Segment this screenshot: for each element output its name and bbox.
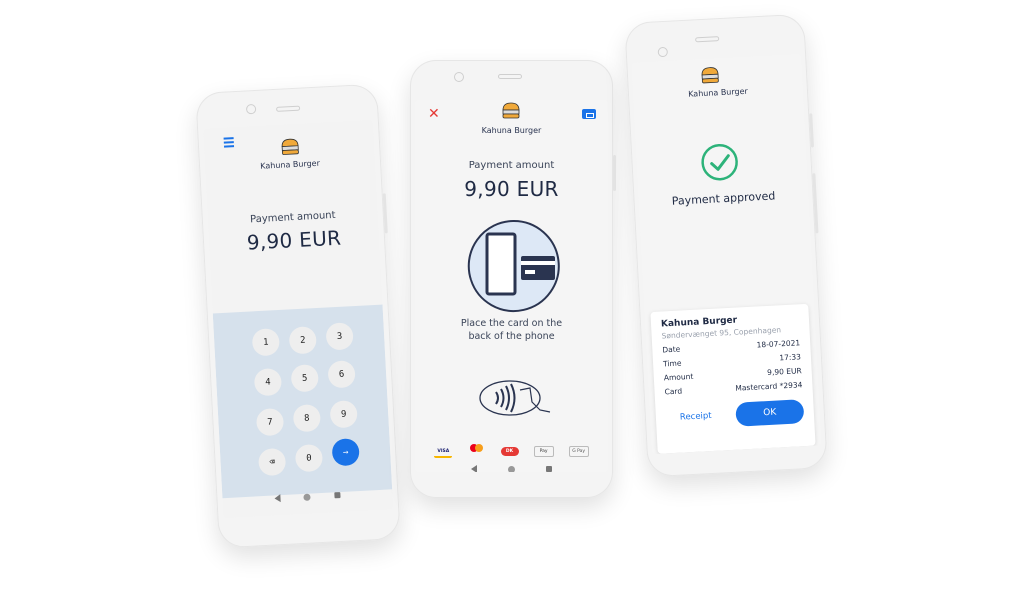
receipt-row-time: Time 17:33 <box>663 352 801 368</box>
brand-name: Kahuna Burger <box>481 126 542 135</box>
brand-name: Kahuna Burger <box>260 158 321 171</box>
receipt-button[interactable]: Receipt <box>680 411 712 423</box>
back-icon[interactable] <box>274 494 281 503</box>
android-nav-bar <box>415 456 608 472</box>
payment-amount-label: Payment amount <box>468 160 555 171</box>
speaker <box>498 74 522 79</box>
key-1[interactable]: 1 <box>251 328 281 357</box>
key-9[interactable]: 9 <box>329 400 358 429</box>
ok-button[interactable]: OK <box>735 399 805 427</box>
screen: Kahuna Burger Payment approved Kahuna Bu… <box>631 53 822 455</box>
side-button <box>812 173 819 234</box>
recents-icon[interactable] <box>546 466 553 472</box>
hamburger-menu-icon[interactable] <box>223 137 235 148</box>
phone-tap-card: ✕ Kahuna Burger Payment amount 9,90 EUR … <box>410 60 616 498</box>
key-5[interactable]: 5 <box>290 364 319 393</box>
key-3[interactable]: 3 <box>325 322 354 351</box>
instruction-line-2: back of the phone <box>468 331 555 342</box>
key-2[interactable]: 2 <box>288 326 317 355</box>
side-button <box>382 193 388 234</box>
burger-logo-icon <box>701 67 719 84</box>
screen: ✕ Kahuna Burger Payment amount 9,90 EUR … <box>415 100 608 472</box>
front-camera <box>245 103 257 115</box>
tap-to-pay-illustration-icon <box>467 219 560 312</box>
receipt-row-card: Card Mastercard *2934 <box>664 380 802 396</box>
close-icon[interactable]: ✕ <box>428 106 440 122</box>
payment-amount: 9,90 EUR <box>246 225 342 255</box>
side-button <box>809 113 814 148</box>
mastercard-logo <box>467 444 485 453</box>
front-camera <box>657 46 669 58</box>
speaker <box>276 105 301 112</box>
contactless-symbol-icon <box>479 380 551 416</box>
brand-name: Kahuna Burger <box>687 86 749 99</box>
key-0[interactable]: 0 <box>294 443 324 473</box>
receipt-actions: Receipt OK <box>665 399 805 430</box>
speaker <box>695 36 720 43</box>
row-label: Time <box>662 358 682 369</box>
key-7[interactable]: 7 <box>255 407 285 437</box>
home-icon[interactable] <box>303 493 312 501</box>
row-label: Date <box>662 344 681 355</box>
row-value: 17:33 <box>779 352 802 363</box>
home-icon[interactable] <box>507 465 515 472</box>
front-camera <box>454 72 464 82</box>
row-label: Amount <box>663 371 694 383</box>
phone-keypad: Kahuna Burger Payment amount 9,90 EUR 1 … <box>195 83 401 549</box>
dankort-logo: DK <box>500 447 519 456</box>
recents-icon[interactable] <box>334 492 341 499</box>
key-6[interactable]: 6 <box>327 360 356 389</box>
payment-status: Payment approved <box>671 189 776 208</box>
row-value: 9,90 EUR <box>766 366 802 378</box>
check-circle-icon <box>701 143 738 181</box>
card-icon[interactable] <box>582 109 596 119</box>
receipt-row-date: Date 18-07-2021 <box>662 338 800 354</box>
row-value: Mastercard *2934 <box>735 380 803 393</box>
numeric-keypad: 1 2 3 4 5 6 7 8 9 ⌫ 0 → <box>212 304 393 499</box>
key-4[interactable]: 4 <box>253 367 283 397</box>
backspace-key[interactable]: ⌫ <box>257 447 287 477</box>
card-brands: VISA DK Pay G Pay <box>415 437 608 458</box>
side-button <box>613 155 616 191</box>
back-icon[interactable] <box>470 465 477 472</box>
receipt-card: Kahuna Burger Søndervænget 95, Copenhage… <box>650 303 816 454</box>
row-value: 18-07-2021 <box>756 338 801 350</box>
receipt-row-amount: Amount 9,90 EUR <box>664 366 802 382</box>
phone-payment-approved: Kahuna Burger Payment approved Kahuna Bu… <box>624 13 828 478</box>
burger-logo-icon <box>502 102 520 119</box>
burger-logo-icon <box>281 138 299 155</box>
screen: Kahuna Burger Payment amount 9,90 EUR 1 … <box>203 119 394 519</box>
row-label: Card <box>664 386 683 397</box>
key-8[interactable]: 8 <box>292 403 322 433</box>
submit-arrow-key[interactable]: → <box>331 438 360 467</box>
payment-amount: 9,90 EUR <box>464 177 559 201</box>
instruction-line-1: Place the card on the <box>460 318 563 329</box>
